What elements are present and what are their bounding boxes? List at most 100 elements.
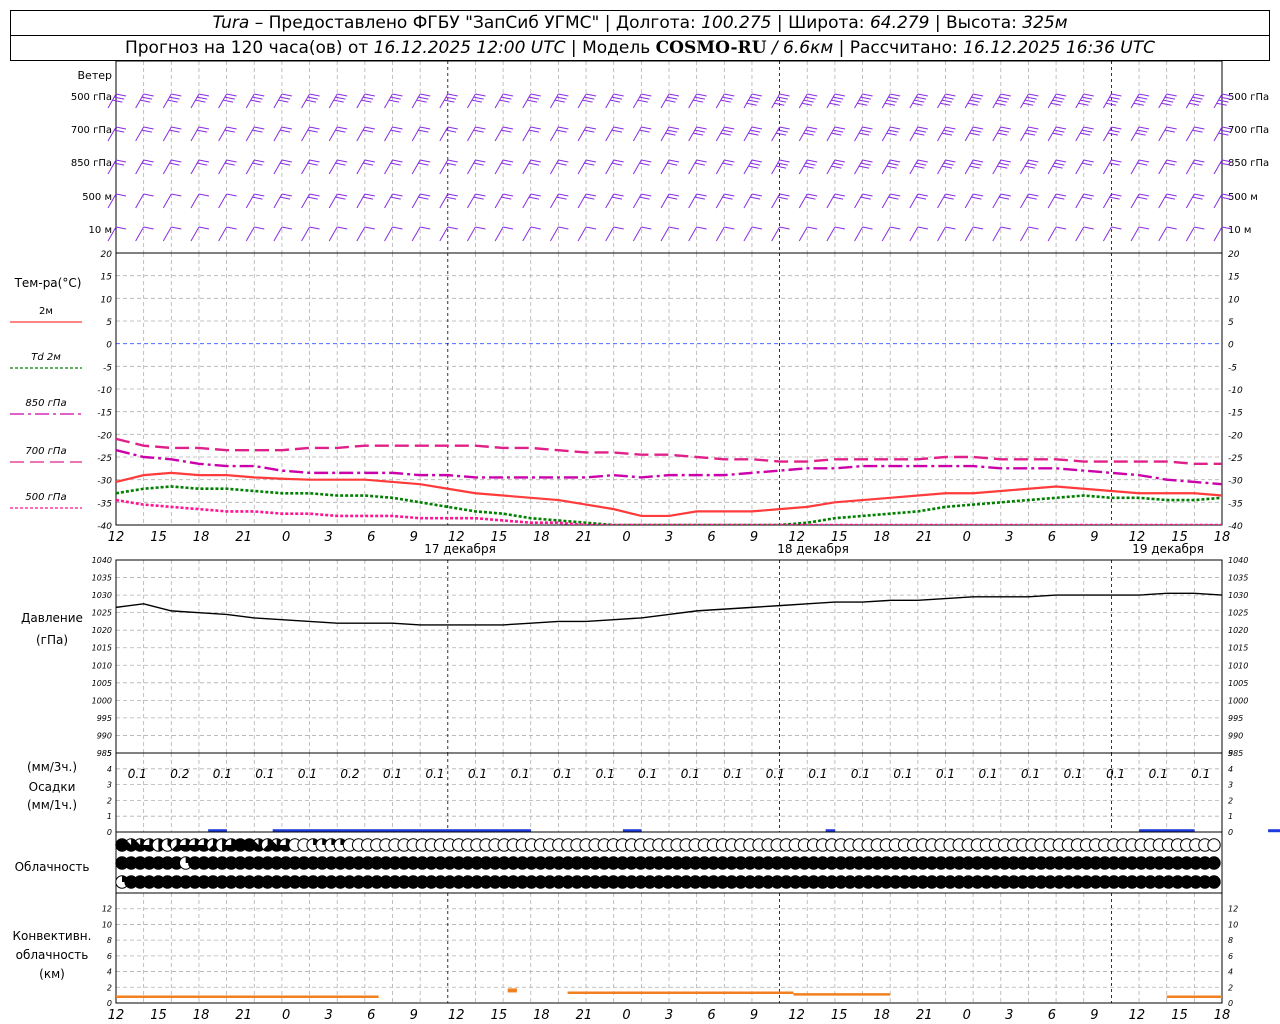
bottom-xtick: 18 xyxy=(873,1008,890,1023)
wind-barb-feather xyxy=(444,99,455,103)
wind-barb xyxy=(384,93,403,109)
wind-barb-feather xyxy=(556,196,567,200)
wind-barb-feather xyxy=(1194,226,1205,230)
wind-barb-staff xyxy=(1075,193,1085,209)
wind-barb xyxy=(218,126,237,142)
wind-barb xyxy=(854,159,873,175)
wind-barb-staff xyxy=(798,226,808,242)
wind-barb-staff xyxy=(1020,193,1029,209)
wind-barb-feather xyxy=(693,99,704,103)
wind-barb-feather xyxy=(1166,93,1177,97)
wind-barb xyxy=(494,159,514,175)
wind-barb-feather xyxy=(1218,99,1229,103)
wind-barb-feather xyxy=(775,132,787,136)
wind-barb-feather xyxy=(1056,93,1067,97)
wind-barb-staff xyxy=(218,226,228,242)
wind-barb-feather xyxy=(613,226,624,230)
wind-barb-feather xyxy=(613,159,624,163)
wind-barb xyxy=(1075,126,1094,142)
wind-barb-feather xyxy=(252,162,263,166)
wind-barb xyxy=(273,226,292,242)
pres-ytick: 1000 xyxy=(92,696,112,705)
wind-barb xyxy=(1047,93,1067,109)
wind-barb xyxy=(632,159,652,175)
wind-barb xyxy=(439,93,458,109)
wind-barb-staff xyxy=(439,193,449,209)
wind-barb-feather xyxy=(445,196,457,200)
wind-barb-staff xyxy=(467,159,476,175)
wind-barb-feather xyxy=(779,159,790,163)
wind-barb-feather xyxy=(665,132,676,136)
wind-barb-feather xyxy=(1083,193,1094,197)
wind-barb-feather xyxy=(167,99,178,103)
wind-barb xyxy=(1047,226,1067,242)
wind-barb-staff xyxy=(992,226,1002,242)
wind-barb-staff xyxy=(494,226,504,242)
wind-barb xyxy=(1020,93,1039,109)
wind-barb-feather xyxy=(554,99,565,103)
wind-barb-feather xyxy=(1000,93,1011,97)
wind-barb-staff xyxy=(273,226,283,242)
temp-legend-label: Td 2м xyxy=(31,352,61,363)
wind-barb xyxy=(743,126,763,142)
prec-ytick-right: 2 xyxy=(1228,796,1233,805)
wind-barb xyxy=(826,226,845,242)
wind-barb xyxy=(328,159,348,175)
prec-unit-top: (мм/3ч.) xyxy=(27,760,77,774)
wind-barb-feather xyxy=(858,99,870,103)
wind-barb xyxy=(273,126,292,142)
wind-barb-staff xyxy=(439,159,449,175)
wind-barb-feather xyxy=(720,132,731,136)
wind-barb xyxy=(909,159,928,175)
conv-unit: (км) xyxy=(39,967,65,981)
wind-barb-staff xyxy=(411,226,421,242)
bottom-xtick: 21 xyxy=(235,1008,252,1023)
wind-barb-feather xyxy=(503,126,514,130)
wind-barb xyxy=(1185,226,1205,242)
wind-barb xyxy=(190,159,210,175)
wind-barb xyxy=(411,226,431,242)
wind-barb xyxy=(1158,193,1177,209)
wind-barb xyxy=(964,226,984,242)
wind-barb-feather xyxy=(779,226,790,230)
wind-barb xyxy=(1102,226,1122,242)
wind-barb-staff xyxy=(162,159,172,175)
wind-barb xyxy=(384,159,403,175)
wind-barb-feather xyxy=(831,132,842,136)
wind-barb-feather xyxy=(971,162,982,166)
prec-ytick-right: 0 xyxy=(1228,828,1233,837)
wind-barb xyxy=(439,126,458,142)
wind-barb xyxy=(522,93,541,109)
wind-barb-feather xyxy=(558,93,569,97)
wind-barb xyxy=(771,159,790,175)
wind-barb-feather xyxy=(1083,159,1094,163)
wind-barb-feather xyxy=(1137,162,1148,166)
wind-barb-staff xyxy=(1047,193,1057,209)
prec-ytick: 1 xyxy=(107,812,112,821)
wind-barb-feather xyxy=(1111,159,1122,163)
bottom-xtick: 15 xyxy=(831,1008,848,1023)
wind-barb xyxy=(826,159,845,175)
temp-xtick: 0 xyxy=(963,530,971,545)
wind-barb xyxy=(632,226,652,242)
wind-barb-feather xyxy=(169,162,180,166)
wind-barb-feather xyxy=(171,193,182,197)
wind-barb-feather xyxy=(613,126,624,130)
wind-barb-feather xyxy=(1028,226,1039,230)
temp-xtick: 15 xyxy=(150,530,167,545)
wind-barb-feather xyxy=(254,193,265,197)
wind-barb xyxy=(218,159,237,175)
wind-barb-feather xyxy=(997,132,1008,136)
wind-barb-staff xyxy=(328,159,338,175)
wind-barb-feather xyxy=(998,196,1010,200)
wind-barb-feather xyxy=(1194,193,1205,197)
wind-barb xyxy=(467,93,486,109)
wind-barb-feather xyxy=(1052,165,1063,169)
prec-sum-3h: 0.1 xyxy=(383,767,402,781)
wind-barb xyxy=(411,193,431,209)
wind-barb-feather xyxy=(281,159,292,163)
wind-barb xyxy=(605,159,624,175)
wind-barb xyxy=(743,193,763,209)
wind-barb-feather xyxy=(803,99,814,103)
wind-barb xyxy=(439,193,458,209)
